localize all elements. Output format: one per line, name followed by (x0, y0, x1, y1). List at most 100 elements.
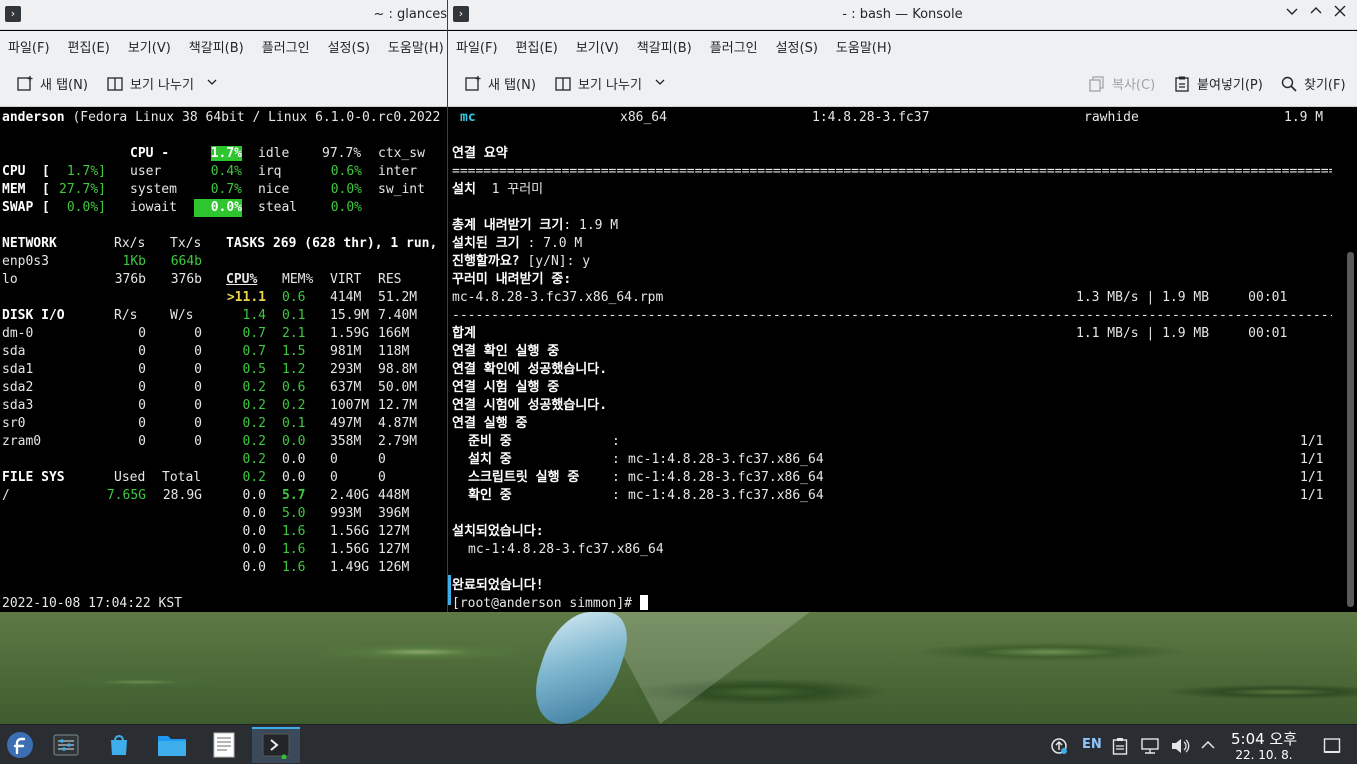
glances-terminal[interactable]: anderson (Fedora Linux 38 64bit / Linux … (0, 107, 447, 612)
bash-terminal[interactable]: mc x86_64 1:4.8.28-3.fc37 rawhide 1.9 M … (448, 107, 1357, 612)
disk-write: 0 (194, 398, 202, 413)
disk-read: 0 (138, 326, 146, 341)
proc-mem-header: MEM% (282, 272, 314, 287)
task-text-editor[interactable] (204, 727, 244, 763)
paste-icon (1173, 75, 1191, 93)
proc-res: 396M (378, 506, 410, 521)
menu-item[interactable]: 플러그인 (710, 37, 758, 56)
scrollbar[interactable] (1347, 252, 1354, 607)
pkg-size: 1.9 M (1284, 110, 1324, 125)
close-button[interactable] (1331, 5, 1349, 23)
cpu-stat-value: 0.6% (330, 164, 362, 179)
split-view-button[interactable]: 보기 나누기 (554, 74, 666, 93)
menu-item[interactable]: 파일(F) (456, 37, 498, 56)
fedora-launcher-icon (7, 732, 33, 758)
task-discover[interactable] (99, 727, 139, 763)
proc-mem: 0.0 (282, 470, 306, 485)
quick-bracket: [ (42, 182, 50, 197)
menu-item[interactable]: 설정(S) (328, 37, 370, 56)
menu-item[interactable]: 책갈피(B) (189, 37, 244, 56)
paste-button[interactable]: 붙여넣기(P) (1173, 74, 1263, 93)
proc-mem: 1.5 (282, 344, 306, 359)
proc-cpu: 0.7 (242, 344, 266, 359)
menu-item[interactable]: 보기(V) (576, 37, 619, 56)
installed-package: mc-1:4.8.28-3.fc37.x86_64 (468, 542, 664, 557)
proc-res: 127M (378, 524, 410, 539)
step-label: 준비 중 (468, 434, 512, 449)
proc-virt: 0 (330, 470, 338, 485)
title-bar[interactable]: › ~ : glances (0, 0, 447, 30)
chevron-down-icon[interactable] (654, 76, 666, 92)
new-tab-icon (16, 75, 34, 93)
disk-name: dm-0 (2, 326, 34, 341)
digital-clock[interactable]: 5:04 오후 22. 10. 8. (1230, 731, 1298, 763)
check-ok-line: 연결 확인에 성공했습니다. (452, 362, 608, 377)
menu-item[interactable]: 편집(E) (516, 37, 558, 56)
step-package: mc-1:4.8.28-3.fc37.x86_64 (628, 470, 824, 485)
proc-mem: 1.6 (282, 524, 306, 539)
proc-cpu: 0.0 (242, 542, 266, 557)
title-bar[interactable]: › - : bash — Konsole (448, 0, 1357, 30)
app-launcher[interactable] (0, 727, 40, 763)
tray-expander[interactable] (1200, 739, 1216, 755)
find-button[interactable]: 찾기(F) (1280, 74, 1346, 93)
task-konsole[interactable] (252, 727, 300, 763)
menu-item[interactable]: 파일(F) (8, 37, 50, 56)
menu-item[interactable]: 설정(S) (776, 37, 818, 56)
disk-name: sda1 (2, 362, 34, 377)
step-count: 1/1 (1300, 452, 1324, 467)
fs-used: 7.65G (106, 488, 146, 503)
keyboard-layout[interactable]: EN (1082, 737, 1102, 752)
fs-used-header: Used (114, 470, 146, 485)
menu-item[interactable]: 보기(V) (128, 37, 171, 56)
shell-prompt[interactable]: [root@anderson simmon]# (452, 595, 648, 612)
quick-bracket: [ (42, 164, 50, 179)
disk-read: 0 (138, 434, 146, 449)
glances-window[interactable]: › ~ : glances 파일(F) 편집(E) 보기(V) 책갈피(B) 플러그인 설… (0, 0, 447, 612)
quick-name: CPU (2, 164, 26, 179)
chevron-down-icon[interactable] (206, 76, 218, 92)
show-desktop-button[interactable] (1323, 737, 1341, 759)
new-tab-button[interactable]: 새 탭(N) (16, 74, 88, 93)
split-view-icon (554, 75, 572, 93)
network-tx: 664b (170, 254, 202, 269)
konsole-window[interactable]: › - : bash — Konsole 파일(F) 편집(E) 보기(V) 책갈피(… (447, 0, 1357, 612)
network-tray[interactable] (1140, 737, 1160, 759)
cpu-stat-label: sw_int (378, 182, 425, 197)
maximize-button[interactable] (1307, 5, 1325, 23)
quick-value: 0.0%] (66, 200, 106, 215)
task-file-manager[interactable] (152, 727, 192, 763)
update-tray[interactable] (1050, 737, 1068, 759)
chevron-down-icon (1286, 8, 1298, 15)
copy-button[interactable]: 복사(C) (1088, 74, 1155, 93)
quick-name: MEM (2, 182, 26, 197)
find-label: 찾기(F) (1304, 78, 1346, 93)
new-tab-label: 새 탭(N) (488, 78, 536, 93)
menu-item[interactable]: 책갈피(B) (637, 37, 692, 56)
cpu-stat-value: 0.0% (194, 199, 242, 217)
proc-res-header: RES (378, 272, 402, 287)
cpu-stat-value: 0.0% (330, 200, 362, 215)
volume-tray[interactable] (1170, 737, 1190, 759)
proc-virt: 2.40G (330, 488, 370, 503)
menu-item[interactable]: 플러그인 (262, 37, 310, 56)
header-line: anderson (Fedora Linux 38 64bit / Linux … (2, 110, 441, 125)
minimize-button[interactable] (1283, 5, 1301, 23)
proc-mem: 0.6 (282, 290, 306, 305)
new-tab-button[interactable]: 새 탭(N) (464, 74, 536, 93)
proc-virt: 15.9M (330, 308, 370, 323)
menu-item[interactable]: 도움말(H) (388, 37, 444, 56)
file-manager-icon (158, 736, 186, 756)
network-tx: 376b (170, 272, 202, 287)
summary-heading: 연결 요약 (452, 146, 508, 161)
menu-item[interactable]: 편집(E) (68, 37, 110, 56)
split-view-button[interactable]: 보기 나누기 (106, 74, 218, 93)
proc-res: 51.2M (378, 290, 418, 305)
window-title: - : bash — Konsole (842, 7, 963, 22)
clipboard-tray[interactable] (1112, 737, 1128, 759)
task-system-settings[interactable] (46, 727, 86, 763)
window-controls (1283, 5, 1349, 23)
proc-virt: 637M (330, 380, 362, 395)
disk-write: 0 (194, 326, 202, 341)
menu-item[interactable]: 도움말(H) (836, 37, 892, 56)
